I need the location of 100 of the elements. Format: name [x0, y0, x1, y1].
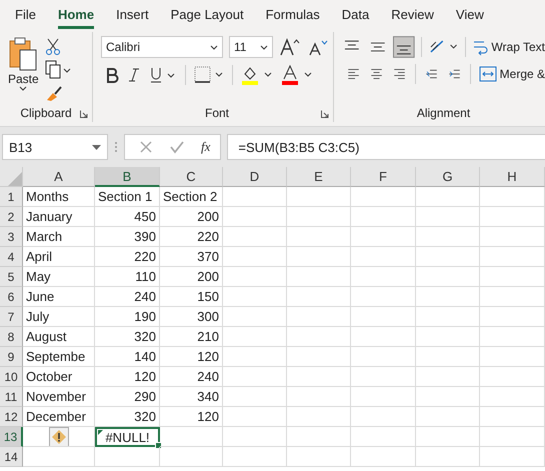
wrap-text-button[interactable]: Wrap Text	[472, 38, 545, 56]
row-header[interactable]: 13	[0, 427, 23, 447]
warning-icon[interactable]	[48, 427, 68, 446]
font-color-icon[interactable]	[281, 64, 313, 86]
table-cell	[480, 207, 545, 227]
table-cell	[351, 207, 416, 227]
table-cell	[160, 447, 223, 467]
name-box[interactable]: B13	[2, 134, 108, 160]
table-cell: April	[23, 247, 95, 267]
chevron-icon[interactable]	[19, 86, 28, 91]
table-cell	[223, 227, 287, 247]
table-cell	[480, 267, 545, 287]
brush-icon[interactable]	[44, 84, 63, 102]
row-header[interactable]: 6	[0, 287, 23, 307]
ribbon-tab[interactable]: Data	[342, 2, 370, 28]
table-cell	[351, 387, 416, 407]
table-cell	[351, 187, 416, 207]
table-cell	[416, 267, 480, 287]
table-cell: 210	[160, 327, 223, 347]
table-cell	[480, 327, 545, 347]
column-header[interactable]: D	[223, 167, 287, 187]
table-cell	[287, 287, 351, 307]
table-cell	[287, 367, 351, 387]
row-header[interactable]: 7	[0, 307, 23, 327]
row-header[interactable]: 4	[0, 247, 23, 267]
formula-field[interactable]: =SUM(B3:B5 C3:C5)	[227, 134, 545, 160]
align-bottom-icon[interactable]	[393, 36, 415, 58]
underline-icon[interactable]	[149, 66, 177, 84]
table-cell: October	[23, 367, 95, 387]
group-label: Alignment	[416, 106, 470, 120]
row-header[interactable]: 5	[0, 267, 23, 287]
ribbon-tab[interactable]: File	[15, 2, 36, 28]
table-cell	[287, 247, 351, 267]
table-cell	[480, 307, 545, 327]
table-cell	[351, 287, 416, 307]
column-header[interactable]: G	[416, 167, 480, 187]
table-cell	[223, 427, 287, 447]
merge-button[interactable]: Merge &	[478, 66, 545, 82]
table-cell	[416, 387, 480, 407]
table-cell: 450	[95, 207, 160, 227]
row-header[interactable]: 3	[0, 227, 23, 247]
table-cell: 220	[95, 247, 160, 267]
column-header[interactable]: C	[160, 167, 223, 187]
table-cell	[223, 367, 287, 387]
dialog-launcher-icon[interactable]	[80, 110, 88, 118]
table-cell	[223, 267, 287, 287]
column-header[interactable]: E	[287, 167, 351, 187]
table-cell	[480, 407, 545, 427]
column-header[interactable]: F	[351, 167, 416, 187]
ribbon-tab[interactable]: Insert	[116, 2, 149, 28]
italic-icon[interactable]	[127, 67, 141, 83]
table-cell: November	[23, 387, 95, 407]
table-cell	[287, 227, 351, 247]
insert-function-button[interactable]: fx	[201, 139, 210, 155]
table-cell: 240	[95, 287, 160, 307]
bold-icon[interactable]	[105, 67, 119, 83]
table-cell: 190	[95, 307, 160, 327]
table-cell	[287, 307, 351, 327]
font-size-dropdown[interactable]: 11	[229, 36, 273, 58]
scissors-icon[interactable]	[44, 38, 61, 56]
chevron-icon	[260, 44, 268, 50]
table-cell: 390	[95, 227, 160, 247]
table-cell	[351, 267, 416, 287]
column-header[interactable]: H	[480, 167, 545, 187]
row-header[interactable]: 8	[0, 327, 23, 347]
row-header[interactable]: 9	[0, 347, 23, 367]
row-header[interactable]: 14	[0, 447, 23, 467]
table-cell	[351, 307, 416, 327]
copy-icon[interactable]	[44, 60, 71, 80]
table-cell: 200	[160, 267, 223, 287]
table-cell	[223, 447, 287, 467]
ribbon-tab[interactable]: Page Layout	[170, 2, 244, 28]
table-cell	[416, 347, 480, 367]
table-cell	[416, 207, 480, 227]
column-header[interactable]: B	[95, 167, 160, 187]
table-cell	[351, 247, 416, 267]
grow-font-icon[interactable]	[279, 37, 301, 57]
table-cell	[160, 427, 223, 447]
table-cell	[223, 387, 287, 407]
font-name-dropdown[interactable]: Calibri	[101, 36, 223, 58]
ribbon-tab[interactable]: Review	[391, 2, 434, 28]
ribbon-tab[interactable]: Formulas	[266, 2, 320, 28]
table-cell: 320	[95, 327, 160, 347]
column-header[interactable]: A	[23, 167, 95, 187]
row-header[interactable]: 12	[0, 407, 23, 427]
ribbon-tab[interactable]: View	[456, 2, 484, 28]
row-header[interactable]: 11	[0, 387, 23, 407]
table-cell: Section 1	[95, 187, 160, 207]
table-cell: January	[23, 207, 95, 227]
paste-button[interactable]: Paste	[8, 36, 39, 106]
table-cell	[351, 427, 416, 447]
table-cell: July	[23, 307, 95, 327]
borders-icon[interactable]	[194, 65, 224, 85]
table-cell: 110	[95, 267, 160, 287]
row-header[interactable]: 10	[0, 367, 23, 387]
row-header[interactable]: 2	[0, 207, 23, 227]
table-cell	[416, 287, 480, 307]
dialog-launcher-icon[interactable]	[321, 110, 329, 118]
table-cell	[287, 447, 351, 467]
row-header[interactable]: 1	[0, 187, 23, 207]
